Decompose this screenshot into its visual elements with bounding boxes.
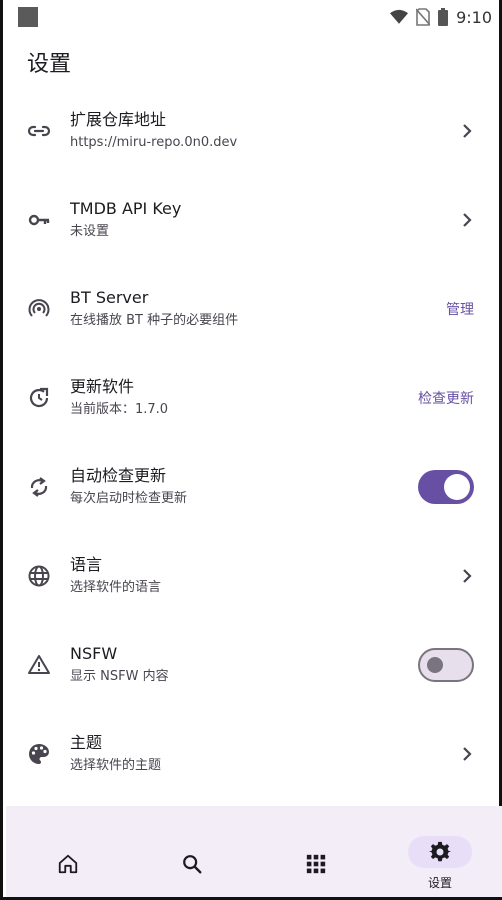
setting-subtitle: 每次启动时检查更新 — [70, 490, 188, 506]
setting-language[interactable]: 语言 选择软件的语言 — [6, 531, 502, 620]
battery-icon — [438, 8, 449, 26]
settings-list: 扩展仓库地址 https://miru-repo.0n0.dev TMDB AP… — [6, 86, 502, 798]
manage-button[interactable]: 管理 — [446, 299, 474, 319]
auto-check-toggle[interactable] — [418, 469, 474, 504]
status-time: 9:10 — [456, 7, 492, 27]
nav-extensions[interactable] — [254, 820, 378, 880]
nav-label-settings: 设置 — [427, 876, 452, 890]
status-icons: 9:10 — [390, 8, 492, 27]
no-sim-icon — [416, 8, 431, 26]
nav-search[interactable] — [130, 820, 254, 880]
chevron-right-icon — [463, 746, 472, 761]
warning-icon — [26, 652, 52, 678]
setting-title: 扩展仓库地址 — [70, 109, 167, 129]
setting-update-software: 更新软件 当前版本：1.7.0 检查更新 — [6, 353, 502, 442]
broadcast-icon — [26, 296, 52, 322]
setting-bt-server: BT Server 在线播放 BT 种子的必要组件 管理 — [6, 264, 502, 353]
setting-extension-repo[interactable]: 扩展仓库地址 https://miru-repo.0n0.dev — [6, 86, 502, 175]
chevron-right-icon — [463, 212, 472, 227]
chevron-right-icon — [463, 568, 472, 583]
home-icon — [58, 854, 78, 874]
nav-home[interactable] — [6, 820, 130, 880]
toggle-knob — [444, 473, 470, 500]
status-bar: 9:10 — [6, 0, 502, 34]
link-icon — [26, 118, 52, 144]
setting-subtitle: 选择软件的主题 — [70, 757, 162, 773]
setting-subtitle: 选择软件的语言 — [70, 579, 162, 595]
nav-indicator — [160, 848, 224, 880]
setting-title: NSFW — [70, 643, 118, 663]
setting-nsfw[interactable]: NSFW 显示 NSFW 内容 — [6, 620, 502, 709]
setting-title: 语言 — [70, 554, 103, 574]
app-frame: 9:10 设置 扩展仓库地址 https://miru-repo.0n0.dev — [0, 0, 502, 900]
setting-subtitle: 在线播放 BT 种子的必要组件 — [70, 312, 239, 328]
setting-subtitle: 未设置 — [70, 223, 110, 239]
setting-subtitle: 当前版本：1.7.0 — [70, 401, 169, 417]
setting-title: 更新软件 — [70, 376, 135, 396]
setting-title: BT Server — [70, 287, 149, 307]
apps-grid-icon — [306, 854, 326, 874]
notification-square-icon — [18, 7, 38, 27]
nav-settings[interactable]: 设置 — [378, 820, 502, 891]
nsfw-toggle[interactable] — [418, 647, 474, 682]
setting-title: 主题 — [70, 732, 103, 752]
setting-subtitle: 显示 NSFW 内容 — [70, 668, 169, 684]
key-icon — [26, 207, 52, 233]
setting-subtitle: https://miru-repo.0n0.dev — [70, 134, 238, 150]
nav-indicator — [284, 848, 348, 880]
toggle-knob — [427, 656, 443, 673]
gear-icon — [429, 841, 451, 862]
nav-indicator — [36, 848, 100, 880]
setting-auto-check-update[interactable]: 自动检查更新 每次启动时检查更新 — [6, 442, 502, 531]
search-icon — [183, 855, 202, 874]
setting-theme[interactable]: 主题 选择软件的主题 — [6, 709, 502, 798]
nav-indicator — [408, 836, 472, 868]
setting-tmdb-api-key[interactable]: TMDB API Key 未设置 — [6, 175, 502, 264]
check-update-button[interactable]: 检查更新 — [418, 388, 474, 408]
bottom-navigation: 设置 — [6, 806, 502, 897]
sync-icon — [26, 474, 52, 500]
update-icon — [26, 385, 52, 411]
setting-title: TMDB API Key — [70, 198, 182, 218]
palette-icon — [26, 741, 52, 767]
globe-icon — [26, 563, 52, 589]
chevron-right-icon — [463, 123, 472, 138]
setting-title: 自动检查更新 — [70, 465, 167, 485]
wifi-icon — [390, 9, 409, 24]
page-title: 设置 — [27, 52, 72, 77]
